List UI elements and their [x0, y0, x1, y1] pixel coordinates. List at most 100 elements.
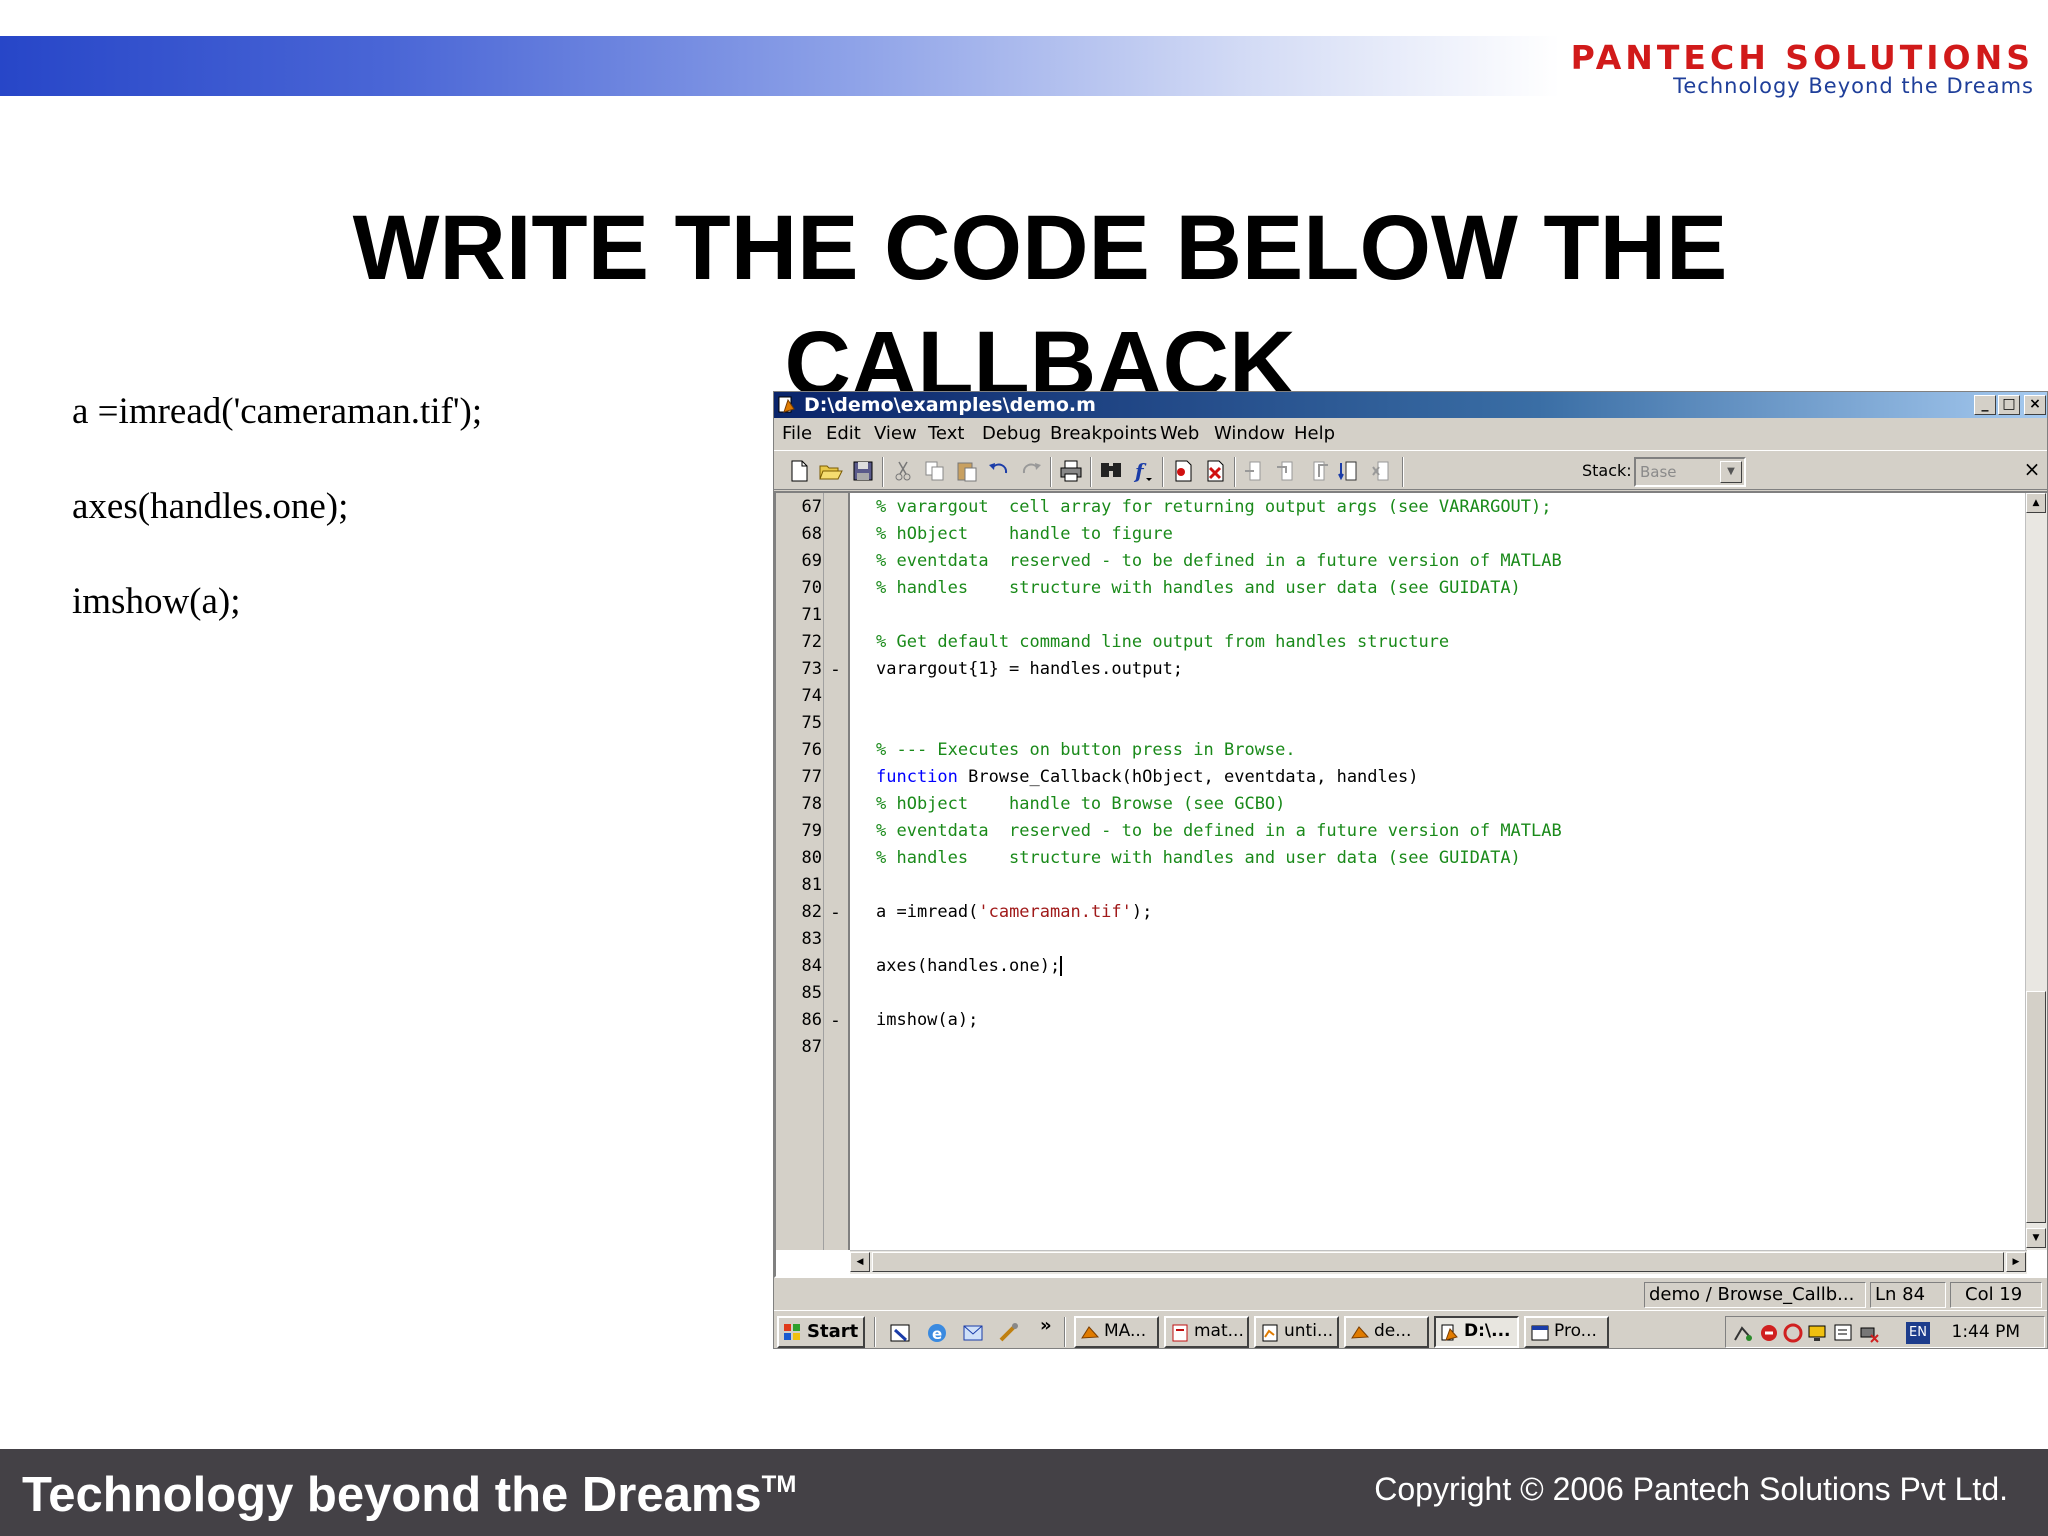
horizontal-scroll-thumb[interactable] [872, 1252, 2004, 1272]
code-line[interactable]: 76 % --- Executes on button press in Brow… [776, 737, 2047, 764]
breakpoint-marker[interactable]: - [830, 656, 841, 683]
outlook-icon[interactable] [960, 1320, 986, 1346]
tools-icon[interactable] [996, 1320, 1022, 1346]
internet-explorer-icon[interactable]: e [924, 1320, 950, 1346]
task-button[interactable]: Pro... [1524, 1316, 1609, 1348]
step-icon[interactable] [1242, 459, 1268, 483]
cut-icon[interactable] [890, 459, 916, 483]
code-line[interactable]: 68 % hObject handle to figure [776, 521, 2047, 548]
code-line[interactable]: 71 [776, 602, 2047, 629]
exit-debug-icon[interactable] [1370, 459, 1396, 483]
menu-breakpoints[interactable]: Breakpoints [1050, 423, 1157, 444]
quicklaunch-more[interactable]: » [1040, 1315, 1052, 1336]
code-editor[interactable]: 67 % varargout cell array for returning o… [774, 491, 2047, 1278]
minimize-button[interactable]: _ [1974, 395, 1996, 415]
desktop-quicklaunch-icon[interactable] [888, 1320, 914, 1346]
code-token: axes(handles.one); [876, 956, 1061, 976]
keyword-token: function [876, 767, 958, 787]
find-icon[interactable] [1098, 459, 1124, 483]
printer-error-icon[interactable] [1858, 1322, 1880, 1344]
save-icon[interactable] [850, 459, 876, 483]
breakpoint-marker[interactable]: - [830, 1007, 841, 1034]
scroll-right-icon[interactable]: ▶ [2006, 1252, 2026, 1272]
print-icon[interactable] [1058, 459, 1084, 483]
stack-dropdown[interactable]: Base ▼ [1634, 457, 1746, 487]
continue-icon[interactable] [1338, 459, 1364, 483]
chevron-down-icon[interactable]: ▼ [1720, 461, 1742, 483]
footer-copyright: Copyright © 2006 Pantech Solutions Pvt L… [1374, 1471, 2008, 1507]
logo-tagline: Technology Beyond the Dreams [1673, 74, 2034, 98]
svg-text:f: f [1133, 459, 1147, 483]
line-number: 71 [801, 605, 822, 625]
task-button[interactable]: MA... [1074, 1316, 1159, 1348]
code-line[interactable]: 79 % eventdata reserved - to be defined i… [776, 818, 2047, 845]
windows-flag-icon [784, 1324, 800, 1340]
redo-icon[interactable] [1018, 459, 1044, 483]
code-line[interactable]: 78 % hObject handle to Browse (see GCBO) [776, 791, 2047, 818]
set-breakpoint-icon[interactable] [1170, 459, 1196, 483]
menu-view[interactable]: View [874, 423, 917, 444]
code-line[interactable]: 70 % handles structure with handles and u… [776, 575, 2047, 602]
menu-file[interactable]: File [782, 423, 812, 444]
copy-icon[interactable] [922, 459, 948, 483]
toolbar-close-button[interactable]: × [2021, 459, 2043, 481]
code-line[interactable]: 72 % Get default command line output from… [776, 629, 2047, 656]
menu-help[interactable]: Help [1294, 423, 1335, 444]
code-line[interactable]: 87 [776, 1034, 2047, 1061]
horizontal-scrollbar[interactable]: ◀ ▶ [850, 1250, 2027, 1274]
function-icon[interactable]: f [1130, 459, 1156, 483]
vertical-scrollbar[interactable]: ▲ ▼ [2025, 493, 2047, 1250]
task-button[interactable]: mat... [1164, 1316, 1249, 1348]
start-button[interactable]: Start [777, 1316, 865, 1348]
menu-edit[interactable]: Edit [826, 423, 861, 444]
scroll-left-icon[interactable]: ◀ [850, 1252, 870, 1272]
scroll-up-icon[interactable]: ▲ [2026, 493, 2046, 513]
code-line[interactable]: 80 % handles structure with handles and u… [776, 845, 2047, 872]
menu-web[interactable]: Web [1160, 423, 1199, 444]
paste-icon[interactable] [954, 459, 980, 483]
undo-icon[interactable] [986, 459, 1012, 483]
new-file-icon[interactable] [786, 459, 812, 483]
line-number: 68 [801, 524, 822, 544]
network-icon[interactable] [1732, 1322, 1754, 1344]
breakpoint-marker[interactable]: - [830, 899, 841, 926]
code-line[interactable]: 73- varargout{1} = handles.output; [776, 656, 2047, 683]
open-folder-icon[interactable] [818, 459, 844, 483]
step-in-icon[interactable] [1274, 459, 1300, 483]
clock[interactable]: 1:44 PM [1952, 1319, 2021, 1345]
display-icon[interactable] [1806, 1322, 1828, 1344]
code-line[interactable]: 81 [776, 872, 2047, 899]
maximize-button[interactable]: □ [1998, 395, 2020, 415]
status-line: Ln 84 [1870, 1282, 1946, 1308]
code-line[interactable]: 67 % varargout cell array for returning o… [776, 494, 2047, 521]
code-line[interactable]: 77 function Browse_Callback(hObject, even… [776, 764, 2047, 791]
vertical-scroll-thumb[interactable] [2026, 991, 2046, 1223]
menu-window[interactable]: Window [1214, 423, 1285, 444]
antivirus-icon[interactable] [1758, 1322, 1780, 1344]
task-button-active[interactable]: D:\... [1434, 1316, 1519, 1348]
clear-breakpoints-icon[interactable] [1202, 459, 1228, 483]
code-line[interactable]: 86- imshow(a); [776, 1007, 2047, 1034]
code-line[interactable]: 75 [776, 710, 2047, 737]
task-label: Pro... [1554, 1321, 1597, 1341]
footer-slogan: Technology beyond the DreamsTM [22, 1467, 796, 1523]
code-line[interactable]: 74 [776, 683, 2047, 710]
volume-icon[interactable] [1832, 1322, 1854, 1344]
title-bar[interactable]: D:\demo\examples\demo.m _ □ × [774, 392, 2047, 418]
task-button[interactable]: unti... [1254, 1316, 1339, 1348]
menu-debug[interactable]: Debug [982, 423, 1041, 444]
step-out-icon[interactable] [1306, 459, 1332, 483]
code-line[interactable]: 69 % eventdata reserved - to be defined i… [776, 548, 2047, 575]
code-line[interactable]: 85 [776, 980, 2047, 1007]
code-line[interactable]: 83 [776, 926, 2047, 953]
realplayer-icon[interactable] [1782, 1322, 1804, 1344]
close-button[interactable]: × [2024, 395, 2046, 415]
menu-text[interactable]: Text [928, 423, 964, 444]
toolbar-separator [1402, 457, 1404, 487]
code-line[interactable]: 84 axes(handles.one); [776, 953, 2047, 980]
language-indicator[interactable]: EN [1906, 1322, 1930, 1344]
logo-name: PANTECH SOLUTIONS [1570, 38, 2034, 77]
task-button[interactable]: de... [1344, 1316, 1429, 1348]
code-line[interactable]: 82- a =imread('cameraman.tif'); [776, 899, 2047, 926]
scroll-down-icon[interactable]: ▼ [2026, 1228, 2046, 1248]
